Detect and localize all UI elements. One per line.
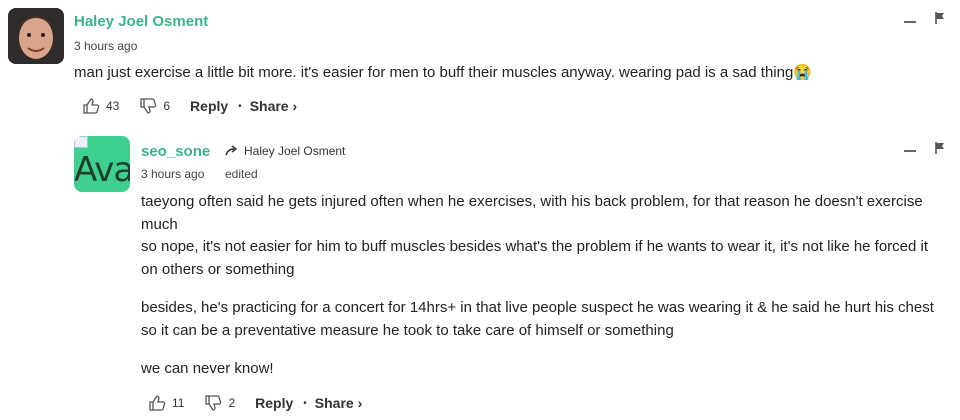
avatar-alt-text: Ava	[74, 150, 130, 190]
thumbs-up-icon[interactable]	[82, 97, 100, 115]
dislike-count: 6	[163, 99, 171, 113]
comment-timestamp: 3 hours ago	[141, 167, 205, 181]
share-button[interactable]: Share ›	[250, 98, 297, 114]
edited-label: edited	[225, 167, 258, 181]
comment-paragraph: besides, he's practicing for a concert f…	[141, 299, 934, 339]
broken-image-icon	[74, 136, 88, 148]
comment-username[interactable]: Haley Joel Osment	[74, 13, 208, 30]
reply-to-indicator[interactable]: Haley Joel Osment	[225, 144, 345, 158]
reply-button[interactable]: Reply	[190, 98, 228, 114]
collapse-icon[interactable]	[904, 150, 916, 152]
reply-arrow-icon	[225, 145, 238, 157]
comment-actions: 11 2 Reply • Share ›	[148, 394, 362, 412]
comment-timestamp: 3 hours ago	[74, 39, 138, 53]
comment-paragraph: so nope, it's not easier for him to buff…	[141, 238, 929, 278]
avatar[interactable]	[8, 8, 64, 64]
like-count: 43	[106, 99, 120, 113]
dislike-count: 2	[228, 396, 236, 410]
collapse-icon[interactable]	[904, 21, 916, 23]
separator-dot: •	[238, 100, 242, 112]
like-count: 11	[172, 396, 185, 410]
thumbs-down-icon[interactable]	[204, 394, 222, 412]
separator-dot: •	[303, 397, 307, 409]
comment-actions: 43 6 Reply • Share ›	[82, 97, 297, 115]
reply-button[interactable]: Reply	[255, 395, 293, 411]
thumbs-up-icon[interactable]	[148, 394, 166, 412]
comment-text: man just exercise a little bit more. it'…	[74, 64, 812, 81]
comment-paragraph: taeyong often said he gets injured often…	[141, 193, 923, 233]
comment-username[interactable]: seo_sone	[141, 143, 210, 160]
flag-icon[interactable]	[934, 141, 946, 155]
thumbs-down-icon[interactable]	[139, 97, 157, 115]
comment-paragraph: we can never know!	[141, 360, 274, 377]
share-button[interactable]: Share ›	[315, 395, 362, 411]
flag-icon[interactable]	[934, 11, 946, 25]
avatar[interactable]: Ava	[74, 136, 130, 192]
reply-to-username[interactable]: Haley Joel Osment	[244, 144, 345, 158]
